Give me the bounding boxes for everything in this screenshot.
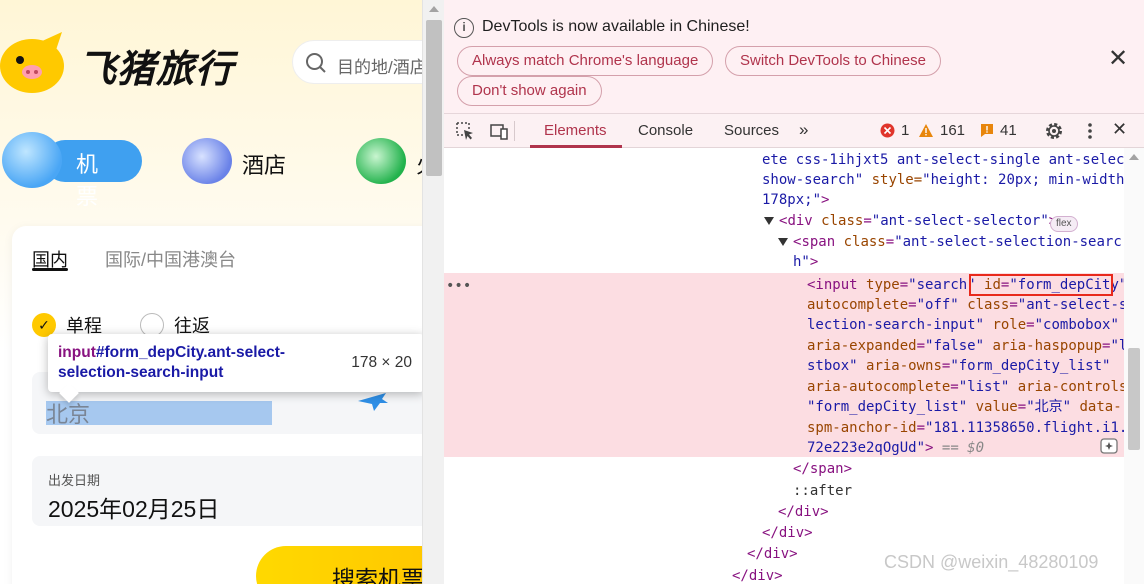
- category-flight-label: 机票: [76, 152, 99, 209]
- dom-line[interactable]: </div>: [747, 544, 798, 565]
- more-options-icon[interactable]: [1080, 121, 1100, 141]
- hotel-icon: [182, 138, 232, 184]
- elements-dom-tree: ••• ete css-1ihjxt5 ant-select-single an…: [444, 148, 1144, 584]
- dom-pseudo-after[interactable]: ::after: [793, 481, 852, 502]
- elements-scrollbar[interactable]: [1124, 148, 1144, 584]
- info-icon: i: [454, 18, 474, 38]
- page-scrollbar-thumb[interactable]: [426, 20, 442, 176]
- dom-line[interactable]: "form_depCity_list" value="北京" data-: [807, 397, 1122, 418]
- close-devtools-icon[interactable]: ✕: [1112, 119, 1127, 140]
- tab-console[interactable]: Console: [638, 122, 693, 139]
- tooltip-selector: input#form_depCity.ant-select-selection-…: [58, 343, 338, 383]
- infobar-close-icon[interactable]: ✕: [1108, 44, 1128, 73]
- issues-count[interactable]: 41: [980, 122, 1017, 139]
- departure-date-value: 2025年02月25日: [48, 496, 220, 522]
- dom-line[interactable]: ete css-1ihjxt5 ant-select-single ant-se…: [762, 150, 1141, 171]
- devtools-language-infobar: i DevTools is now available in Chinese! …: [444, 0, 1144, 114]
- fliggy-pig-logo-icon[interactable]: [0, 30, 72, 94]
- flex-badge[interactable]: flex: [1050, 216, 1078, 232]
- warning-icon: [919, 124, 933, 137]
- dom-line[interactable]: stbox" aria-owns="form_depCity_list": [807, 356, 1110, 377]
- page-scrollbar[interactable]: [422, 0, 444, 584]
- more-tabs-chevron-icon[interactable]: »: [799, 120, 808, 140]
- scroll-up-arrow-icon[interactable]: [1129, 154, 1139, 160]
- settings-gear-icon[interactable]: [1044, 121, 1064, 141]
- always-match-language-button[interactable]: Always match Chrome's language: [457, 46, 714, 76]
- inspect-element-icon[interactable]: [455, 121, 475, 141]
- elements-scrollbar-thumb[interactable]: [1128, 348, 1140, 450]
- dom-line[interactable]: 178px;">: [762, 190, 829, 211]
- dom-line[interactable]: lection-search-input" role="combobox": [807, 315, 1119, 336]
- tooltip-tag: input: [58, 344, 96, 361]
- search-icon: [306, 53, 326, 73]
- device-toolbar-icon[interactable]: [489, 121, 509, 141]
- dom-line[interactable]: 72e223e2qOgUd"> == $0: [807, 438, 984, 459]
- scroll-up-arrow-icon[interactable]: [429, 6, 439, 12]
- category-hotel-label: 酒店: [242, 153, 287, 178]
- departure-date-caption: 出发日期: [48, 473, 101, 488]
- dom-line[interactable]: </div>: [778, 502, 829, 523]
- highlight-annotation-box: [969, 274, 1113, 296]
- dom-line[interactable]: aria-expanded="false" aria-haspopup="li: [807, 336, 1136, 357]
- dom-line[interactable]: spm-anchor-id="181.11358650.flight.i1.6: [807, 418, 1136, 439]
- train-icon: [356, 138, 406, 184]
- tab-sources[interactable]: Sources: [724, 122, 779, 139]
- warning-count-value: 161: [940, 122, 966, 139]
- switch-to-chinese-button[interactable]: Switch DevTools to Chinese: [725, 46, 941, 76]
- error-icon: [880, 123, 895, 138]
- devtools-panel: i DevTools is now available in Chinese! …: [444, 0, 1144, 584]
- departure-city-input[interactable]: [46, 401, 272, 425]
- search-flights-button[interactable]: 搜索机票: [256, 546, 422, 584]
- devtools-toolbar: Elements Console Sources » 1 161 41 ✕: [444, 114, 1144, 148]
- departure-date-field[interactable]: 出发日期 2025年02月25日: [32, 456, 422, 526]
- dom-line[interactable]: </span>: [793, 459, 852, 480]
- airplane-icon: [2, 132, 62, 188]
- dom-line[interactable]: </div>: [732, 566, 783, 584]
- site-logo-text[interactable]: 飞猪旅行: [78, 38, 234, 93]
- warning-count[interactable]: 161: [918, 122, 965, 139]
- dom-line[interactable]: aria-autocomplete="list" aria-controls=: [807, 377, 1136, 398]
- tab-domestic-underline: [32, 268, 68, 271]
- infobar-message: DevTools is now available in Chinese!: [482, 18, 750, 35]
- node-actions-ellipsis-icon[interactable]: •••: [446, 276, 471, 297]
- csdn-watermark: CSDN @weixin_48280109: [884, 552, 1099, 572]
- website-panel: 飞猪旅行 目的地/酒店 机票 酒店 火 国内 国际/中国港澳台 ✓ 单程 往返 …: [0, 0, 422, 584]
- ai-assistance-icon[interactable]: [1100, 438, 1118, 454]
- error-count[interactable]: 1: [880, 122, 909, 139]
- error-count-value: 1: [901, 122, 910, 139]
- expand-triangle-icon[interactable]: [778, 238, 788, 246]
- dont-show-again-button[interactable]: Don't show again: [457, 76, 602, 106]
- issues-count-value: 41: [1000, 122, 1017, 139]
- tab-international[interactable]: 国际/中国港澳台: [105, 246, 236, 272]
- site-search-placeholder: 目的地/酒店: [337, 58, 422, 77]
- tab-elements[interactable]: Elements: [544, 122, 607, 139]
- element-inspect-tooltip: input#form_depCity.ant-select-selection-…: [48, 334, 422, 392]
- tooltip-dimensions: 178 × 20: [351, 354, 412, 371]
- dom-node-div-selector[interactable]: <div class="ant-select-selector">: [764, 211, 1057, 232]
- toolbar-separator: [514, 121, 515, 141]
- search-flights-button-label: 搜索机票: [332, 566, 422, 584]
- expand-triangle-icon[interactable]: [764, 217, 774, 225]
- site-search-box[interactable]: 目的地/酒店: [292, 40, 422, 84]
- dom-line[interactable]: h">: [793, 252, 818, 273]
- dom-line[interactable]: show-search" style="height: 20px; min-wi…: [762, 170, 1133, 191]
- dom-line[interactable]: autocomplete="off" class="ant-select-se: [807, 295, 1136, 316]
- issues-flag-icon: [981, 124, 993, 137]
- dom-node-span-search[interactable]: <span class="ant-select-selection-searc: [778, 232, 1122, 253]
- dom-line[interactable]: </div>: [762, 523, 813, 544]
